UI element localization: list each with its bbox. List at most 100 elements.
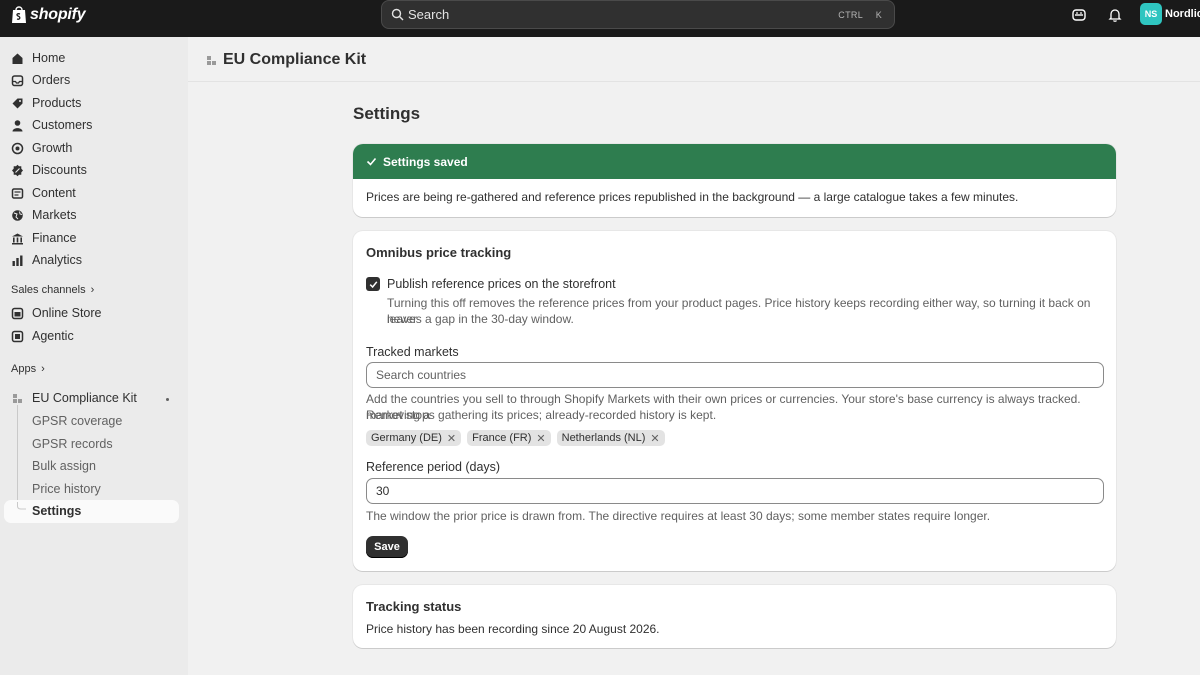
banner-message: Prices are being re-gathered and referen… [366, 190, 1019, 204]
remove-tag-icon[interactable]: ✕ [536, 432, 545, 445]
sidebar-item-products[interactable]: Products [11, 93, 81, 113]
sidebar-item-label: Agentic [32, 329, 74, 343]
omnibus-card: Omnibus price tracking Publish reference… [353, 231, 1116, 571]
apps-heading[interactable]: Apps › [11, 363, 45, 375]
app-title: EU Compliance Kit [223, 51, 367, 68]
reference-period-help: The window the prior price is drawn from… [366, 509, 991, 523]
search-bar[interactable]: Search CTRL K [381, 0, 895, 29]
sales-channels-label: Sales channels [11, 284, 86, 296]
page-title: Settings [353, 104, 421, 123]
market-tag: Germany (DE) ✕ [366, 430, 462, 446]
sidebar-item-label: Customers [32, 118, 93, 132]
tag-icon [12, 98, 23, 108]
search-placeholder: Search [408, 7, 450, 22]
target-icon [11, 142, 24, 154]
success-banner: Settings saved Prices are being re-gathe… [353, 144, 1116, 217]
reference-period-label: Reference period (days) [366, 460, 501, 474]
subnav-branch-icon [17, 502, 26, 510]
agent-icon [11, 330, 24, 342]
top-bar: shopify Search CTRL K NS Nordlicht [0, 0, 1200, 37]
more-dot-icon[interactable] [166, 398, 169, 401]
chevron-right-icon: › [41, 363, 45, 375]
chevron-right-icon: › [90, 284, 95, 296]
sidebar-item-label: Discounts [32, 163, 87, 177]
search-icon [391, 8, 404, 21]
omnibus-title: Omnibus price tracking [366, 245, 512, 260]
sidebar-item-label: Growth [32, 141, 73, 155]
publish-reference-checkbox[interactable] [366, 277, 380, 291]
shopify-logo[interactable]: shopify [11, 5, 86, 24]
app-grid-icon [207, 56, 216, 65]
sidebar-item-label: Markets [32, 208, 77, 222]
market-tag-label: Germany (DE) [371, 432, 442, 444]
sidebar-item-label: Home [32, 51, 66, 65]
banner-title: Settings saved [383, 154, 468, 169]
banner-header: Settings saved [353, 144, 1116, 179]
sidebar-item-label: EU Compliance Kit [32, 391, 137, 405]
sidebar-item-discounts[interactable]: Discounts [11, 160, 87, 180]
sidebar-item-home[interactable]: Home [11, 48, 65, 68]
subnav-gpsr-records[interactable]: GPSR records [32, 437, 113, 451]
store-icon [11, 307, 24, 319]
brand-name: shopify [30, 5, 86, 23]
reference-period-value: 30 [376, 484, 390, 498]
remove-tag-icon[interactable]: ✕ [650, 432, 659, 445]
sidebar-item-label: Online Store [32, 306, 102, 320]
bell-icon[interactable] [1107, 7, 1123, 23]
save-button[interactable]: Save [366, 536, 408, 558]
search-countries-input[interactable]: Search countries [366, 362, 1104, 388]
sidebar-item-content[interactable]: Content [11, 183, 76, 203]
tracking-status-text: Price history has been recording since 2… [366, 622, 660, 636]
avatar[interactable]: NS [1140, 3, 1162, 25]
tracking-status-card: Tracking status Price history has been r… [353, 585, 1116, 648]
app-header: EU Compliance Kit [188, 37, 1200, 82]
sidebar-item-label: Content [32, 186, 76, 200]
tracking-status-title: Tracking status [366, 599, 462, 614]
shopify-bag-icon [12, 6, 26, 23]
sidebar-item-label: Finance [32, 231, 77, 245]
subnav-settings-highlight[interactable] [4, 500, 179, 523]
person-icon [12, 119, 23, 131]
main-content: EU Compliance Kit Settings Settings save… [188, 37, 1200, 675]
tracked-markets-label: Tracked markets [366, 345, 459, 359]
publish-reference-help-line2: leaves a gap in the 30-day window. [387, 312, 574, 326]
subnav-price-history[interactable]: Price history [32, 482, 101, 496]
remove-tag-icon[interactable]: ✕ [447, 432, 456, 445]
sidebar-item-customers[interactable]: Customers [11, 115, 92, 135]
shortcut-ctrl: CTRL [838, 10, 863, 20]
sidebar-item-label: Analytics [32, 253, 83, 267]
inbox-icon [11, 74, 24, 86]
sidebar-item-agentic[interactable]: Agentic [11, 326, 74, 346]
sidebar-item-markets[interactable]: Markets [11, 205, 76, 225]
subnav-gpsr-coverage[interactable]: GPSR coverage [32, 414, 122, 428]
globe-icon [12, 209, 23, 221]
apps-label: Apps [11, 363, 37, 375]
subnav-connector [17, 405, 18, 507]
sales-channels-heading[interactable]: Sales channels › [11, 284, 94, 296]
discount-icon [12, 164, 23, 176]
market-tag: Netherlands (NL) ✕ [556, 430, 665, 446]
market-tags: Germany (DE) ✕ France (FR) ✕ Netherlands… [366, 430, 665, 446]
sidebar-item-growth[interactable]: Growth [11, 138, 72, 158]
shortcut-k: K [875, 10, 882, 20]
market-tag-label: France (FR) [472, 432, 532, 444]
sidebar-item-eu-compliance-kit[interactable]: EU Compliance Kit [11, 388, 137, 408]
subnav-settings[interactable]: Settings [32, 504, 81, 518]
sidebar-item-label: Products [32, 96, 82, 110]
chart-icon [12, 255, 23, 266]
content-icon [11, 187, 24, 199]
sidebar-item-analytics[interactable]: Analytics [11, 250, 82, 270]
market-tag-label: Netherlands (NL) [561, 432, 646, 444]
sidekick-icon[interactable] [1071, 7, 1087, 23]
sidebar-item-label: Orders [32, 73, 71, 87]
checkmark-icon [369, 280, 377, 288]
market-tag: France (FR) ✕ [467, 430, 551, 446]
sidebar-item-online-store[interactable]: Online Store [11, 303, 101, 323]
subnav-bulk-assign[interactable]: Bulk assign [32, 459, 96, 473]
reference-period-input[interactable]: 30 [366, 478, 1104, 504]
publish-reference-label[interactable]: Publish reference prices on the storefro… [387, 277, 616, 291]
app-grid-icon [13, 393, 22, 403]
store-name[interactable]: Nordlicht [1165, 8, 1200, 20]
sidebar-item-finance[interactable]: Finance [11, 228, 76, 248]
sidebar-item-orders[interactable]: Orders [11, 70, 70, 90]
